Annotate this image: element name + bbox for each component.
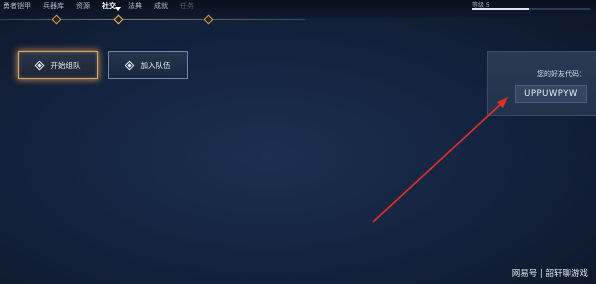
start-team-label: 开始组队 bbox=[50, 60, 81, 70]
tab-social[interactable]: 社交 bbox=[102, 1, 116, 11]
start-team-button[interactable]: 开始组队 bbox=[18, 51, 98, 79]
tab-achievements[interactable]: 成就 bbox=[154, 1, 168, 11]
friend-code-panel: 您的好友代码： UPPUWPYW bbox=[487, 51, 596, 116]
tab-resources[interactable]: 资源 bbox=[76, 1, 90, 11]
friend-code-value[interactable]: UPPUWPYW bbox=[515, 85, 587, 103]
diamond-icon bbox=[34, 60, 44, 70]
annotation-arrow bbox=[372, 97, 508, 223]
tab-armor[interactable]: 勇者铠甲 bbox=[3, 1, 31, 11]
tab-codex[interactable]: 法典 bbox=[128, 1, 142, 11]
arrow-shaft bbox=[372, 102, 503, 223]
tab-arsenal[interactable]: 兵器库 bbox=[43, 1, 64, 11]
join-team-button[interactable]: 加入队伍 bbox=[108, 51, 188, 79]
friend-code-label: 您的好友代码： bbox=[537, 70, 586, 78]
watermark: 网易号 | 韶轩聊游戏 bbox=[511, 269, 588, 279]
active-tab-pointer-icon bbox=[115, 7, 121, 11]
experience-progress-fill bbox=[472, 8, 529, 10]
tab-quests[interactable]: 任务 bbox=[180, 1, 194, 11]
join-team-label: 加入队伍 bbox=[140, 60, 171, 70]
nav-divider bbox=[0, 19, 305, 20]
experience-progress-bar bbox=[472, 8, 590, 10]
diamond-icon bbox=[124, 60, 134, 70]
nav-tabs: 勇者铠甲 兵器库 资源 社交 法典 成就 任务 bbox=[3, 0, 206, 12]
